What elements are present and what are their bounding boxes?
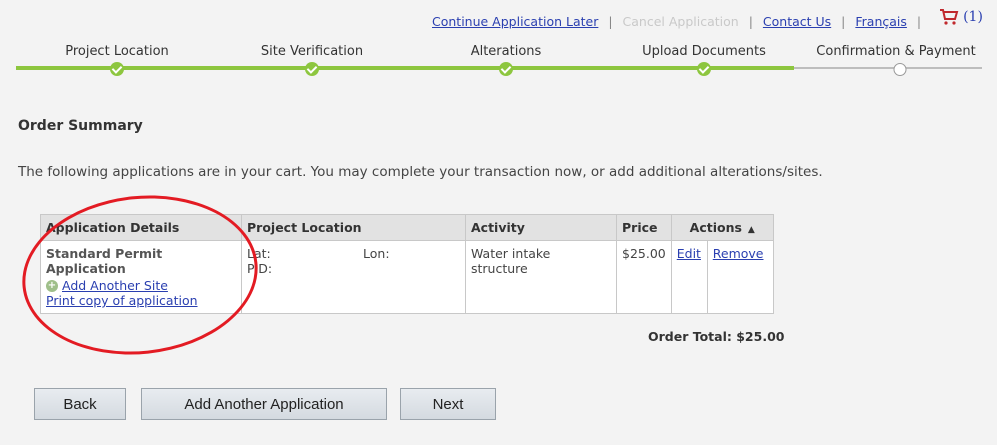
remove-link[interactable]: Remove [713, 246, 764, 261]
table-row: Standard Permit Application + Add Anothe… [40, 240, 774, 314]
plus-icon[interactable]: + [46, 279, 58, 292]
step-confirmation-payment: Confirmation & Payment [816, 44, 976, 59]
separator: | [748, 14, 753, 29]
contact-us-link[interactable]: Contact Us [763, 14, 831, 29]
order-summary-intro: The following applications are in your c… [18, 164, 823, 180]
order-summary-title: Order Summary [18, 118, 143, 134]
step-project-location: Project Location [65, 44, 169, 59]
check-icon [499, 62, 513, 76]
header-activity: Activity [465, 214, 617, 241]
header-project-location: Project Location [241, 214, 466, 241]
step-alterations: Alterations [470, 44, 542, 59]
separator: | [608, 14, 613, 29]
top-links: Continue Application Later | Cancel Appl… [432, 8, 983, 29]
step-site-verification: Site Verification [260, 44, 364, 59]
header-actions-label: Actions [689, 220, 742, 235]
cell-price: $25.00 [616, 240, 672, 314]
cell-activity: Water intake structure [465, 240, 617, 314]
cell-project-location: Lat: Lon: PID: [241, 240, 466, 314]
check-icon [697, 62, 711, 76]
header-actions[interactable]: Actions ▲ [670, 214, 774, 241]
cell-application-details: Standard Permit Application + Add Anothe… [40, 240, 242, 314]
progress-bar-remaining [794, 67, 982, 69]
check-icon [110, 62, 124, 76]
sort-icon[interactable]: ▲ [748, 225, 755, 235]
latitude-label: Lat: [247, 246, 271, 261]
add-site-row[interactable]: + Add Another Site [46, 278, 236, 293]
cart-table: Application Details Project Location Act… [40, 214, 774, 314]
cart-button[interactable]: (1) [939, 8, 983, 26]
cell-remove: Remove [706, 240, 774, 314]
back-button[interactable]: Back [34, 388, 126, 420]
continue-later-link[interactable]: Continue Application Later [432, 14, 598, 29]
header-application-details: Application Details [40, 214, 242, 241]
header-price: Price [616, 214, 672, 241]
cart-icon [940, 9, 959, 25]
print-application-link[interactable]: Print copy of application [46, 293, 236, 308]
step-upload-documents: Upload Documents [642, 44, 766, 59]
application-name: Standard Permit Application [46, 246, 163, 276]
pending-step-icon [893, 63, 907, 76]
progress-bar-complete [16, 66, 794, 70]
language-link[interactable]: Français [855, 14, 907, 29]
edit-link[interactable]: Edit [677, 246, 701, 261]
pid-label: PID: [247, 261, 273, 276]
cell-edit: Edit [670, 240, 708, 314]
cart-count[interactable]: (1) [963, 9, 983, 25]
add-another-application-button[interactable]: Add Another Application [141, 388, 387, 420]
add-another-site-link[interactable]: Add Another Site [62, 278, 168, 293]
order-total: Order Total: $25.00 [648, 329, 785, 344]
check-icon [305, 62, 319, 76]
table-header-row: Application Details Project Location Act… [40, 214, 774, 241]
separator: | [916, 14, 922, 29]
progress-steps: Project Location Site Verification Alter… [0, 44, 997, 62]
separator: | [841, 14, 846, 29]
next-button[interactable]: Next [400, 388, 496, 420]
cancel-application-link: Cancel Application [622, 14, 739, 29]
longitude-label: Lon: [363, 246, 390, 261]
